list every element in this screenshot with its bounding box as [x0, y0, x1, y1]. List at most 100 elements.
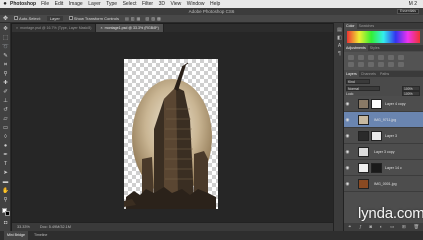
exposure-icon[interactable]: [378, 55, 384, 60]
move-tool-icon[interactable]: ✥: [2, 26, 9, 33]
align-icons[interactable]: ▤▥▦ ▧▨▩: [125, 15, 163, 23]
mask-icon[interactable]: ◙: [369, 223, 372, 231]
eye-icon[interactable]: ◉: [345, 165, 350, 170]
layer-name[interactable]: Layer 14 c: [385, 160, 402, 176]
menu-file[interactable]: File: [41, 0, 49, 8]
paragraph-icon[interactable]: ¶: [336, 51, 343, 57]
menu-app-name[interactable]: Photoshop: [10, 0, 36, 8]
auto-select-checkbox[interactable]: [14, 16, 19, 21]
photo-filter-icon[interactable]: [368, 62, 374, 67]
doc-size[interactable]: Doc: 5.49M/32.1M: [40, 223, 71, 231]
layer-name[interactable]: Layer 4 copy: [385, 96, 406, 112]
eyedropper-tool-icon[interactable]: ⚲: [2, 71, 9, 78]
gradient-tool-icon[interactable]: ▭: [2, 125, 9, 132]
tab-timeline[interactable]: Timeline: [34, 231, 47, 240]
move-tool-icon[interactable]: ✥: [3, 15, 8, 23]
invert-icon[interactable]: [388, 62, 394, 67]
link-icon[interactable]: ⚭: [348, 223, 352, 231]
folder-icon[interactable]: ▭: [390, 223, 394, 231]
menu-view[interactable]: View: [171, 0, 182, 8]
document-canvas[interactable]: [124, 59, 218, 209]
tab-montage1[interactable]: × montage1.psd @ 33.3% (RGB/8*): [96, 24, 164, 32]
tab-layers[interactable]: Layers: [344, 71, 359, 77]
color-spectrum[interactable]: [347, 31, 420, 43]
layer-row[interactable]: ◉ IMG_0001.jpg: [344, 176, 423, 192]
dodge-tool-icon[interactable]: ●: [2, 143, 9, 150]
menu-select[interactable]: Select: [123, 0, 137, 8]
brightness-icon[interactable]: [348, 55, 354, 60]
tab-styles[interactable]: Styles: [368, 45, 382, 51]
history-brush-tool-icon[interactable]: ↺: [2, 107, 9, 114]
tab-adjustments[interactable]: Adjustments: [344, 45, 368, 51]
blend-mode-dropdown[interactable]: Normal: [346, 86, 380, 91]
layer-name[interactable]: Layer 3 copy: [374, 144, 395, 160]
stamp-tool-icon[interactable]: ⊥: [2, 98, 9, 105]
black-white-icon[interactable]: [358, 62, 364, 67]
menu-3d[interactable]: 3D: [159, 0, 165, 8]
close-icon[interactable]: ×: [100, 26, 102, 30]
adjust-icon[interactable]: ◐: [380, 223, 383, 231]
close-icon[interactable]: ×: [16, 26, 18, 30]
eye-icon[interactable]: ◉: [345, 101, 350, 106]
hue-saturation-icon[interactable]: [398, 55, 404, 60]
eye-icon[interactable]: ◉: [345, 117, 350, 122]
menu-type[interactable]: Type: [106, 0, 117, 8]
layer-row[interactable]: ◉ Layer 14 c: [344, 160, 423, 176]
menu-image[interactable]: Image: [69, 0, 83, 8]
layer-row[interactable]: ◉ Layer 3: [344, 128, 423, 144]
posterize-icon[interactable]: [398, 62, 404, 67]
crop-tool-icon[interactable]: ⌗: [2, 62, 9, 69]
tab-channels[interactable]: Channels: [359, 71, 378, 77]
history-icon[interactable]: ▤: [336, 27, 343, 33]
channel-mixer-icon[interactable]: [378, 62, 384, 67]
hand-tool-icon[interactable]: ✋: [2, 188, 9, 195]
layer-row-selected[interactable]: ◉ IMG_9711.jpg: [344, 112, 423, 128]
layer-mask-thumbnail[interactable]: [371, 99, 382, 109]
canvas-area[interactable]: [12, 32, 333, 231]
properties-icon[interactable]: ◧: [336, 35, 343, 41]
vibrance-icon[interactable]: [388, 55, 394, 60]
fx-icon[interactable]: ƒ: [359, 223, 362, 231]
tab-mini-bridge[interactable]: Mini Bridge: [4, 231, 28, 240]
levels-icon[interactable]: [358, 55, 364, 60]
menu-edit[interactable]: Edit: [55, 0, 64, 8]
zoom-tool-icon[interactable]: ⚲: [2, 197, 9, 204]
tab-paths[interactable]: Paths: [378, 71, 391, 77]
marquee-tool-icon[interactable]: ⬚: [2, 35, 9, 42]
layer-row[interactable]: ◉ Layer 4 copy: [344, 96, 423, 112]
auto-select-option[interactable]: Auto-Select:: [14, 15, 41, 23]
color-balance-icon[interactable]: [348, 62, 354, 67]
layer-name[interactable]: Layer 3: [385, 128, 397, 144]
workspace-switcher[interactable]: Essentials: [397, 9, 419, 14]
menu-layer[interactable]: Layer: [88, 0, 101, 8]
layer-name[interactable]: IMG_0001.jpg: [374, 176, 397, 192]
menu-filter[interactable]: Filter: [142, 0, 153, 8]
layer-name[interactable]: IMG_9711.jpg: [374, 112, 396, 128]
auto-select-dropdown[interactable]: Layer: [46, 16, 63, 21]
tab-color[interactable]: Color: [344, 23, 357, 29]
layer-mask-thumbnail[interactable]: [371, 131, 382, 141]
blur-tool-icon[interactable]: ◊: [2, 134, 9, 141]
path-select-tool-icon[interactable]: ➤: [2, 170, 9, 177]
shape-tool-icon[interactable]: ▬: [2, 179, 9, 186]
pen-tool-icon[interactable]: ✒: [2, 152, 9, 159]
new-layer-icon[interactable]: ⊞: [402, 223, 406, 231]
trash-icon[interactable]: 🗑: [413, 223, 419, 231]
curves-icon[interactable]: [368, 55, 374, 60]
show-transform-checkbox[interactable]: [68, 16, 73, 21]
quick-mask-icon[interactable]: ◘: [2, 220, 9, 227]
quick-select-tool-icon[interactable]: ✎: [2, 53, 9, 60]
zoom-level[interactable]: 33.33%: [17, 223, 30, 231]
eye-icon[interactable]: ◉: [345, 149, 350, 154]
healing-tool-icon[interactable]: ✚: [2, 80, 9, 87]
character-icon[interactable]: A: [336, 43, 343, 49]
tab-swatches[interactable]: Swatches: [357, 23, 377, 29]
brush-tool-icon[interactable]: ✐: [2, 89, 9, 96]
menu-window[interactable]: Window: [187, 0, 205, 8]
background-color-swatch[interactable]: [5, 211, 10, 216]
layer-mask-thumbnail[interactable]: [371, 163, 382, 173]
show-transform-option[interactable]: Show Transform Controls: [68, 15, 119, 23]
menu-help[interactable]: Help: [210, 0, 220, 8]
lasso-tool-icon[interactable]: ➰: [2, 44, 9, 51]
filter-kind-dropdown[interactable]: Kind: [346, 79, 370, 84]
